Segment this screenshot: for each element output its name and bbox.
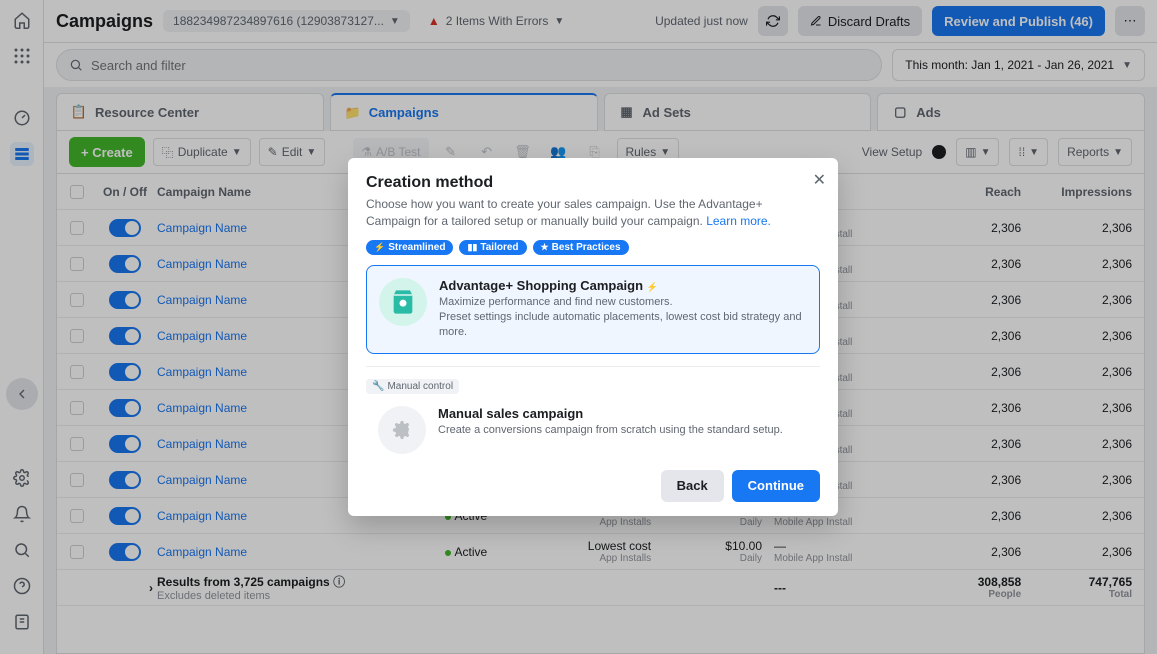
close-button[interactable]: ✕: [813, 170, 826, 190]
learn-more-link[interactable]: Learn more.: [706, 214, 771, 228]
back-button[interactable]: Back: [661, 470, 724, 502]
modal-title: Creation method: [366, 174, 820, 192]
shopping-bag-icon: [379, 278, 427, 326]
option-manual[interactable]: Manual sales campaign Create a conversio…: [366, 402, 820, 458]
opt2-desc: Create a conversions campaign from scrat…: [438, 423, 783, 438]
opt1-desc2: Preset settings include automatic placem…: [439, 310, 807, 341]
continue-button[interactable]: Continue: [732, 470, 820, 502]
gear-icon: [378, 406, 426, 454]
option-advantage-plus[interactable]: Advantage+ Shopping Campaign ⚡ Maximize …: [366, 265, 820, 354]
opt1-title: Advantage+ Shopping Campaign: [439, 278, 643, 293]
creation-method-modal: ✕ Creation method Choose how you want to…: [348, 158, 838, 516]
opt2-title: Manual sales campaign: [438, 406, 783, 421]
bolt-icon: ⚡: [374, 242, 385, 253]
modal-pills: ⚡Streamlined ▮▮Tailored ★Best Practices: [366, 240, 820, 255]
pill-best-practices: ★Best Practices: [533, 240, 629, 255]
opt1-desc1: Maximize performance and find new custom…: [439, 295, 807, 310]
pill-tailored: ▮▮Tailored: [459, 240, 526, 255]
manual-control-tag: 🔧Manual control: [366, 379, 459, 394]
pill-streamlined: ⚡Streamlined: [366, 240, 453, 255]
star-icon: ★: [541, 242, 549, 253]
wrench-icon: 🔧: [372, 381, 384, 392]
modal-description: Choose how you want to create your sales…: [366, 196, 820, 230]
chart-icon: ▮▮: [467, 242, 477, 253]
bolt-icon: ⚡: [647, 282, 658, 292]
